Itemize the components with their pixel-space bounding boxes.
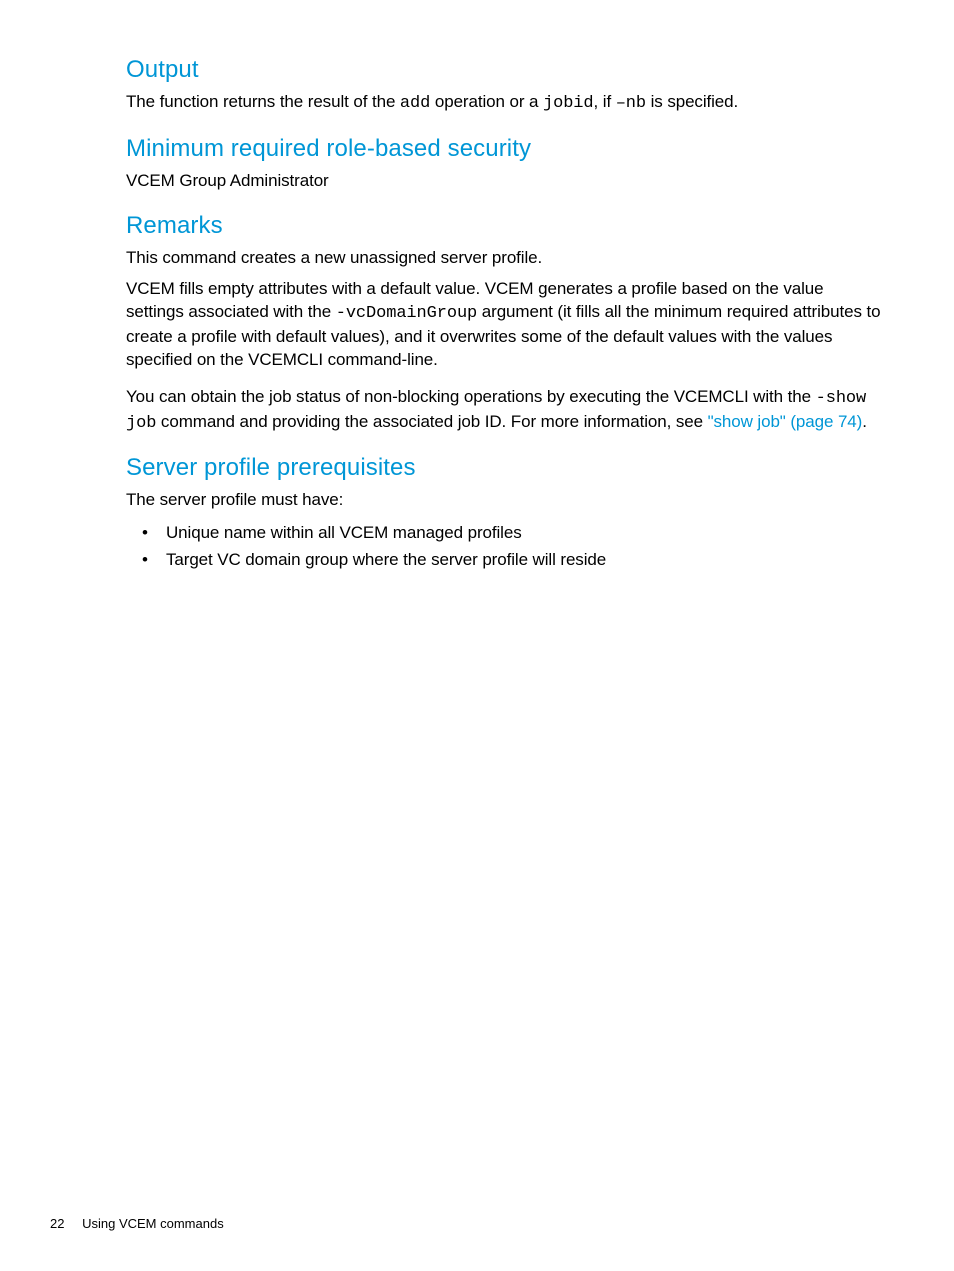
link-show-job[interactable]: "show job" (page 74) (708, 412, 863, 431)
document-page: Output The function returns the result o… (0, 0, 954, 1271)
para-remarks-3: You can obtain the job status of non-blo… (126, 386, 884, 436)
heading-prereq: Server profile prerequisites (126, 453, 884, 483)
heading-security: Minimum required role-based security (126, 134, 884, 164)
text-fragment: You can obtain the job status of non-blo… (126, 387, 816, 406)
heading-remarks: Remarks (126, 211, 884, 241)
list-prereq: Unique name within all VCEM managed prof… (126, 520, 884, 573)
chapter-title: Using VCEM commands (82, 1216, 224, 1231)
code-vcdomaingroup: -vcDomainGroup (336, 304, 477, 323)
text-fragment: . (862, 412, 867, 431)
text-fragment: is specified. (646, 92, 738, 111)
list-item: Target VC domain group where the server … (166, 547, 884, 573)
page-footer: 22 Using VCEM commands (50, 1216, 224, 1231)
code-jobid: jobid (543, 94, 594, 113)
para-security: VCEM Group Administrator (126, 170, 884, 193)
para-remarks-1: This command creates a new unassigned se… (126, 247, 884, 270)
text-fragment: , if (594, 92, 616, 111)
list-item: Unique name within all VCEM managed prof… (166, 520, 884, 546)
code-add: add (400, 94, 430, 113)
page-number: 22 (50, 1216, 64, 1231)
para-prereq-intro: The server profile must have: (126, 489, 884, 512)
text-fragment: operation or a (430, 92, 543, 111)
code-nb: –nb (616, 94, 646, 113)
heading-output: Output (126, 55, 884, 85)
para-remarks-2: VCEM fills empty attributes with a defau… (126, 278, 884, 372)
para-output: The function returns the result of the a… (126, 91, 884, 116)
text-fragment: command and providing the associated job… (156, 412, 707, 431)
text-fragment: The function returns the result of the (126, 92, 400, 111)
